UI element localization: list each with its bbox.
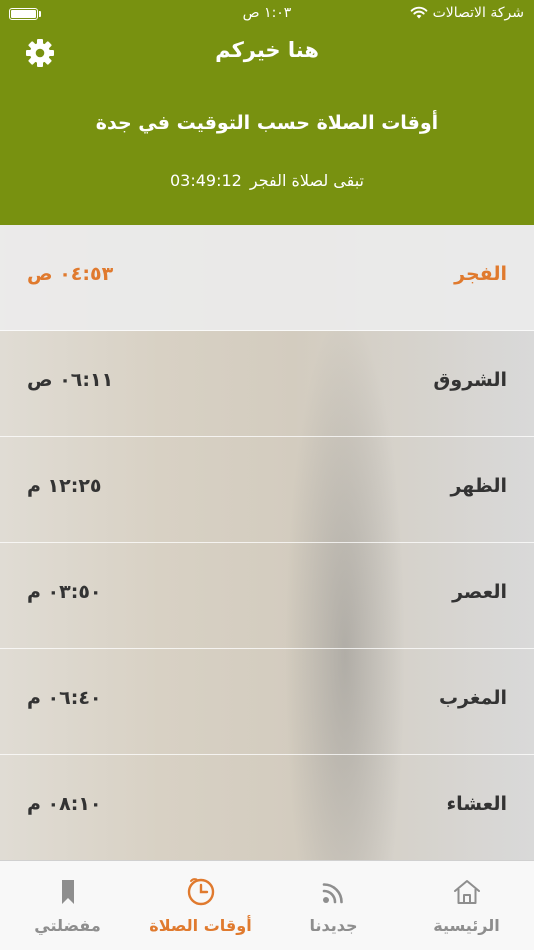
tab-prayer-times[interactable]: أوقات الصلاة [134,861,267,950]
app-title: هنا خيركم [215,38,319,62]
countdown-time: 03:49:12 [170,171,242,190]
status-bar: ١:٠٣ ص شركة الاتصالات [0,0,534,28]
prayer-row-fajr[interactable]: الفجر ٠٤:٥٣ ص [0,225,534,331]
page-subtitle: أوقات الصلاة حسب التوقيت في جدة [95,112,439,134]
prayer-list: الفجر ٠٤:٥٣ ص الشروق ٠٦:١١ ص الظهر ١٢:٢٥… [0,225,534,861]
clock-icon [187,878,214,906]
header: ١:٠٣ ص شركة الاتصالات هنا خيركم أوقات ال… [0,0,534,225]
prayer-row-asr[interactable]: العصر ٠٣:٥٠ م [0,543,534,649]
prayer-name: الظهر [450,475,507,497]
wifi-icon [410,6,428,19]
tab-home[interactable]: الرئيسية [400,861,533,950]
prayer-name: المغرب [438,687,507,709]
prayer-name: الشروق [433,369,507,391]
tab-favorites[interactable]: مفضلتي [1,861,134,950]
prayer-time: ٠٣:٥٠ م [27,581,102,603]
tab-bar: الرئيسية جديدنا أوقات الصلاة مفضلتي [0,860,534,950]
carrier-name: شركة الاتصالات [432,5,524,21]
countdown: تبقى لصلاة الفجر 03:49:12 [0,171,534,190]
prayer-time: ٠٦:١١ ص [27,369,114,391]
tab-news[interactable]: جديدنا [267,861,400,950]
tab-label: أوقات الصلاة [149,916,252,935]
tab-label: الرئيسية [433,916,500,935]
prayer-name: العصر [452,581,507,603]
home-icon [453,880,480,904]
prayer-time: ٠٤:٥٣ ص [27,263,114,285]
rss-icon [322,883,343,904]
countdown-label: تبقى لصلاة الفجر [249,171,364,190]
prayer-name: العشاء [446,793,507,815]
prayer-name: الفجر [454,263,507,285]
prayer-time: ١٢:٢٥ م [27,475,102,497]
prayer-row-sunrise[interactable]: الشروق ٠٦:١١ ص [0,331,534,437]
prayer-row-maghrib[interactable]: المغرب ٠٦:٤٠ م [0,649,534,755]
tab-label: جديدنا [309,916,358,935]
bookmark-icon [61,880,74,904]
prayer-time: ٠٨:١٠ م [27,793,102,815]
prayer-time: ٠٦:٤٠ م [27,687,102,709]
prayer-row-dhuhr[interactable]: الظهر ١٢:٢٥ م [0,437,534,543]
tab-label: مفضلتي [34,916,101,935]
prayer-row-isha[interactable]: العشاء ٠٨:١٠ م [0,755,534,861]
